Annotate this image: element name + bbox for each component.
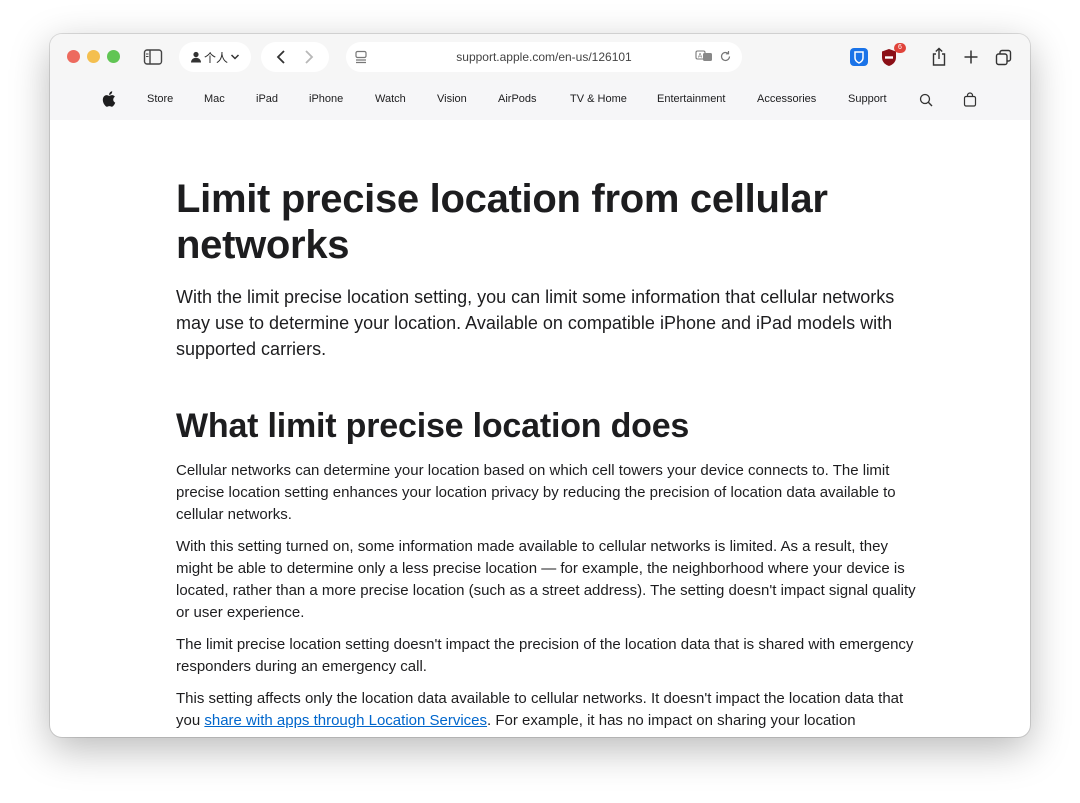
- nav-item-vision[interactable]: Vision: [437, 93, 467, 105]
- translate-icon[interactable]: A: [695, 49, 713, 63]
- sidebar-toggle-icon[interactable]: [143, 48, 163, 66]
- section-heading: What limit precise location does: [176, 407, 690, 445]
- nav-item-airpods[interactable]: AirPods: [498, 93, 537, 105]
- close-window-button[interactable]: [67, 50, 80, 63]
- person-icon: [190, 51, 202, 63]
- profile-label: 个人: [203, 50, 228, 65]
- search-icon[interactable]: [919, 93, 933, 107]
- address-bar[interactable]: support.apple.com/en-us/126101 A: [346, 42, 742, 72]
- extension-badge: 6: [894, 43, 906, 53]
- bitwarden-extension-icon[interactable]: [850, 48, 868, 66]
- location-services-link[interactable]: share with apps through Location Service…: [204, 712, 487, 729]
- nav-item-support[interactable]: Support: [848, 93, 887, 105]
- nav-item-entertainment[interactable]: Entertainment: [657, 93, 725, 105]
- apple-global-nav: Store Mac iPad iPhone Watch Vision AirPo…: [50, 80, 1030, 120]
- nav-item-mac[interactable]: Mac: [204, 93, 225, 105]
- history-nav: [261, 42, 329, 72]
- url-text: support.apple.com/en-us/126101: [456, 50, 632, 64]
- page-title: Limit precise location from cellular net…: [176, 177, 828, 267]
- chevron-down-icon: [230, 53, 240, 61]
- intro-paragraph: With the limit precise location setting,…: [176, 287, 895, 359]
- minimize-window-button[interactable]: [87, 50, 100, 63]
- paragraph: The limit precise location setting doesn…: [176, 636, 914, 675]
- nav-item-iphone[interactable]: iPhone: [309, 93, 343, 105]
- zoom-window-button[interactable]: [107, 50, 120, 63]
- nav-item-tv-home[interactable]: TV & Home: [570, 93, 627, 105]
- share-icon[interactable]: [931, 47, 947, 67]
- browser-window: 个人 support.apple.com/en-us/126101 A 6 St…: [50, 34, 1030, 737]
- tab-overview-icon[interactable]: [995, 49, 1012, 66]
- paragraph: With this setting turned on, some inform…: [176, 538, 916, 621]
- profile-switcher[interactable]: 个人: [179, 42, 251, 72]
- nav-item-accessories[interactable]: Accessories: [757, 93, 816, 105]
- browser-toolbar: 个人 support.apple.com/en-us/126101 A 6: [50, 34, 1030, 80]
- nav-item-store[interactable]: Store: [147, 93, 173, 105]
- bag-icon[interactable]: [963, 92, 977, 107]
- nav-item-watch[interactable]: Watch: [375, 93, 406, 105]
- reload-icon[interactable]: [719, 50, 732, 63]
- apple-logo-icon[interactable]: [102, 91, 116, 107]
- paragraph: Cellular networks can determine your loc…: [176, 462, 896, 523]
- paragraph: This setting affects only the location d…: [176, 688, 916, 732]
- paragraph-text: . For example, it has no impact on shari…: [487, 712, 856, 729]
- nav-item-ipad[interactable]: iPad: [256, 93, 278, 105]
- new-tab-icon[interactable]: [963, 49, 979, 65]
- forward-icon[interactable]: [304, 49, 314, 65]
- back-icon[interactable]: [276, 49, 286, 65]
